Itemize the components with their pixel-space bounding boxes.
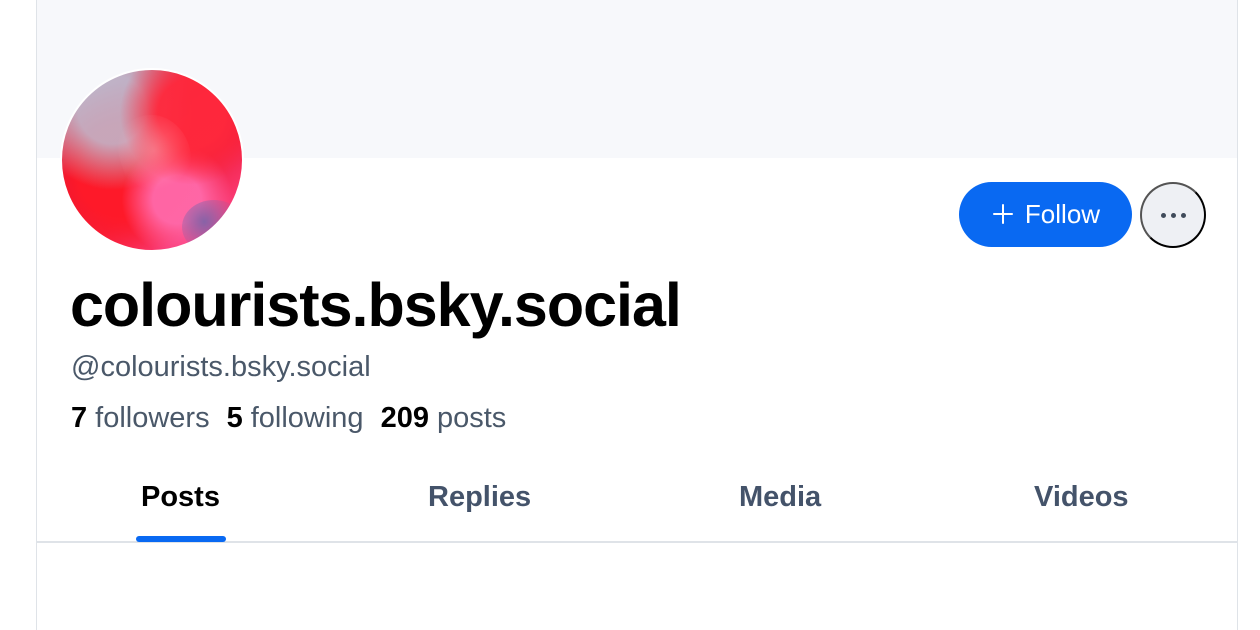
profile-column: Follow colourists.bsky.social @colourist… (36, 0, 1238, 630)
follow-button[interactable]: Follow (959, 182, 1132, 247)
tab-videos[interactable]: Videos (1034, 454, 1129, 541)
profile-handle: @colourists.bsky.social (71, 351, 371, 383)
following-count: 5 (226, 402, 243, 434)
followers-stat[interactable]: 7 followers (71, 399, 210, 437)
following-label: following (250, 402, 364, 434)
tab-replies[interactable]: Replies (428, 454, 531, 541)
posts-label: posts (436, 402, 507, 434)
follow-button-label: Follow (1024, 198, 1101, 229)
followers-count: 7 (71, 402, 88, 434)
more-horizontal-icon-dot (1180, 212, 1186, 218)
plus-icon (991, 202, 1015, 226)
profile-tabs: Posts Replies Media Videos (37, 454, 1237, 543)
following-stat[interactable]: 5 following (227, 399, 364, 437)
posts-count: 209 (380, 402, 429, 434)
posts-stat: 209 posts (381, 399, 507, 437)
more-horizontal-icon (1160, 212, 1166, 218)
profile-display-name: colourists.bsky.social (70, 271, 682, 339)
tab-posts[interactable]: Posts (141, 454, 220, 541)
followers-label: followers (95, 402, 210, 434)
active-tab-indicator (136, 536, 226, 542)
more-horizontal-icon-dot (1170, 212, 1176, 218)
bluesky-profile-page: Follow colourists.bsky.social @colourist… (0, 0, 1260, 630)
profile-stats: 7 followers 5 following 209 posts (71, 399, 523, 437)
profile-avatar[interactable] (60, 68, 244, 252)
tab-media[interactable]: Media (739, 454, 821, 541)
more-options-button[interactable] (1140, 182, 1206, 248)
